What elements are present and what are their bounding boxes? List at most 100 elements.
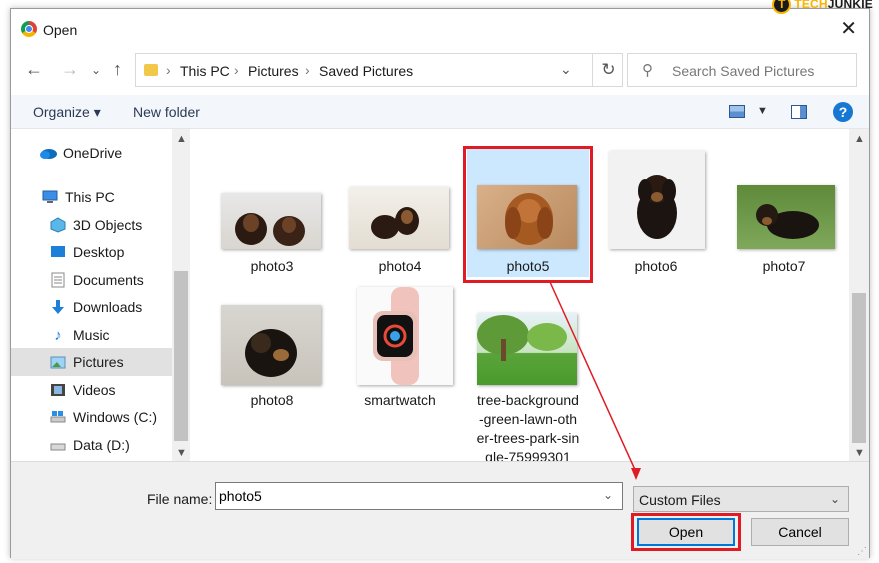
file-label: photo6 [634, 258, 678, 274]
image-thumbnail [477, 313, 577, 385]
preview-pane-icon[interactable] [791, 105, 807, 119]
brand-logo-icon: T [772, 0, 792, 14]
chevron-down-icon: ⌄ [829, 492, 840, 506]
nav-item-downloads[interactable]: Downloads [11, 293, 172, 321]
nav-item-3d-objects[interactable]: 3D Objects [11, 211, 172, 239]
forward-arrow-icon[interactable]: → [61, 59, 79, 80]
nav-item-videos[interactable]: Videos [11, 376, 172, 404]
scroll-up-icon[interactable]: ▲ [854, 133, 865, 145]
file-item-smartwatch[interactable]: smartwatch [339, 283, 461, 409]
scrollbar-thumb[interactable] [174, 271, 188, 441]
refresh-icon[interactable]: ↻ [592, 54, 624, 86]
crumb-separator-icon: › [305, 62, 310, 78]
view-options-chevron-icon[interactable]: ▼ [757, 105, 768, 117]
techjunkie-logo: T TECHJUNKIE [772, 0, 873, 14]
folder-icon [144, 64, 158, 76]
change-view-icon[interactable] [729, 105, 745, 118]
up-arrow-icon[interactable]: ↑ [113, 59, 122, 80]
file-label: photo4 [378, 258, 422, 274]
scrollbar-thumb[interactable] [852, 293, 866, 443]
file-type-value: Custom Files [639, 492, 721, 508]
breadcrumb-pictures[interactable]: Pictures [248, 63, 299, 79]
organize-button[interactable]: Organize ▾ [33, 104, 101, 121]
file-name-field[interactable] [215, 482, 623, 510]
computer-icon [41, 189, 59, 205]
nav-item-windows-c[interactable]: Windows (C:) [11, 403, 172, 431]
back-arrow-icon[interactable]: ← [25, 59, 43, 80]
scroll-down-icon[interactable]: ▼ [854, 447, 865, 459]
file-item-photo8[interactable]: photo8 [211, 299, 333, 409]
breadcrumb-saved-pictures[interactable]: Saved Pictures [319, 63, 413, 79]
nav-label: Desktop [73, 244, 125, 260]
file-item-photo6[interactable]: photo6 [595, 149, 717, 277]
nav-label: OneDrive [63, 145, 123, 161]
document-icon [49, 272, 67, 288]
file-label: photo7 [762, 258, 806, 274]
nav-item-data-d[interactable]: Data (D:) [11, 431, 172, 459]
search-placeholder: Search Saved Pictures [672, 63, 815, 79]
file-item-tree-background[interactable]: tree-background -green-lawn-oth er-trees… [467, 299, 589, 461]
navigation-scrollbar[interactable]: ▲ ▼ [172, 129, 190, 461]
search-input[interactable]: ⚲ Search Saved Pictures [627, 53, 857, 87]
cube-icon [49, 217, 67, 233]
nav-label: Downloads [73, 299, 143, 315]
chevron-down-icon[interactable]: ⌄ [603, 488, 613, 502]
search-icon: ⚲ [642, 62, 653, 79]
image-thumbnail [221, 193, 321, 249]
recent-locations-icon[interactable]: ⌄ [91, 63, 101, 77]
window-title: Open [43, 22, 78, 38]
cancel-button[interactable]: Cancel [751, 518, 849, 546]
cloud-icon [39, 145, 57, 161]
nav-label: Documents [73, 272, 144, 288]
pictures-icon [49, 354, 67, 370]
highlight-box [463, 146, 593, 283]
close-icon[interactable]: ✕ [840, 19, 857, 39]
file-type-select[interactable]: Custom Files ⌄ [633, 486, 849, 512]
navigation-pane: OneDrive This PC 3D Objects Desktop Docu… [11, 129, 191, 461]
help-icon[interactable]: ? [833, 102, 853, 122]
file-label: photo8 [250, 392, 294, 408]
chevron-down-icon[interactable]: ⌄ [560, 61, 572, 78]
drive-icon [49, 437, 67, 453]
address-bar[interactable]: › This PC › Pictures › Saved Pictures ⌄ … [135, 53, 623, 87]
file-label: smartwatch [364, 392, 436, 408]
chrome-icon [21, 21, 37, 37]
file-label: tree-background [477, 392, 579, 408]
nav-item-documents[interactable]: Documents [11, 266, 172, 294]
content-scrollbar[interactable]: ▲ ▼ [849, 129, 869, 461]
resize-grip-icon[interactable]: ⋰ [857, 546, 867, 557]
image-thumbnail [737, 185, 835, 249]
nav-item-this-pc[interactable]: This PC [11, 183, 172, 211]
file-list: photo3 photo4 photo5 photo6 photo7 photo… [191, 129, 849, 461]
music-icon: ♪ [54, 326, 62, 344]
nav-item-pictures[interactable]: Pictures [11, 348, 172, 376]
nav-label: Data (D:) [73, 437, 130, 453]
image-thumbnail [609, 151, 705, 249]
nav-label: Music [73, 327, 110, 343]
nav-item-desktop[interactable]: Desktop [11, 238, 172, 266]
file-label: photo3 [250, 258, 294, 274]
file-name-label: File name: [147, 491, 213, 507]
nav-label: Pictures [73, 354, 124, 370]
highlight-box [631, 513, 741, 551]
image-thumbnail [357, 287, 453, 385]
crumb-separator-icon: › [234, 62, 239, 78]
brand-name: TECHJUNKIE [794, 0, 873, 11]
breadcrumb-this-pc[interactable]: This PC [180, 63, 230, 79]
file-item-photo7[interactable]: photo7 [723, 149, 845, 277]
nav-label: This PC [65, 189, 115, 205]
image-thumbnail [221, 305, 321, 385]
nav-item-music[interactable]: ♪ Music [11, 321, 172, 349]
file-item-photo4[interactable]: photo4 [339, 187, 461, 277]
new-folder-button[interactable]: New folder [133, 104, 200, 120]
file-item-photo3[interactable]: photo3 [211, 187, 333, 277]
scroll-down-icon[interactable]: ▼ [176, 447, 187, 459]
file-selection-bar: File name: ⌄ Custom Files ⌄ Open Cancel … [11, 461, 869, 559]
toolbar: Organize ▾ New folder ▼ ? [11, 95, 869, 129]
nav-label: Videos [73, 382, 116, 398]
title-bar: Open ✕ [11, 9, 869, 43]
image-thumbnail [349, 187, 449, 249]
scroll-up-icon[interactable]: ▲ [176, 133, 187, 145]
nav-item-onedrive[interactable]: OneDrive [11, 139, 172, 167]
file-label: er-trees-park-sin [476, 430, 580, 446]
